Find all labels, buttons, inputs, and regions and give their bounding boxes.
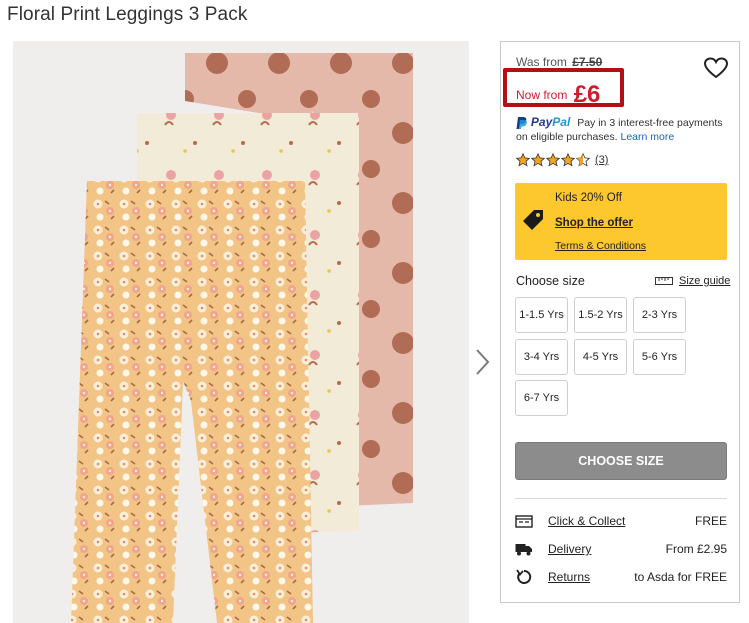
promo-banner: Kids 20% Off Shop the offer Terms & Cond… [515, 183, 727, 260]
divider [515, 498, 727, 499]
paypal-icon [516, 117, 527, 130]
shop-offer-link[interactable]: Shop the offer [555, 217, 633, 229]
product-info-panel: Was from £7.50 Now from £6 PayPal Pay in… [500, 41, 740, 603]
product-image[interactable] [13, 41, 469, 623]
delivery-row: Delivery From £2.95 [515, 541, 727, 559]
size-option[interactable]: 4-5 Yrs [574, 339, 627, 375]
size-guide-label: Size guide [679, 275, 731, 287]
was-label: Was from [516, 55, 567, 69]
delivery-value: From £2.95 [665, 542, 727, 556]
price-tag-icon [523, 210, 543, 230]
learn-more-link[interactable]: Learn more [621, 131, 675, 143]
click-collect-value: FREE [694, 514, 727, 528]
was-amount: £7.50 [572, 55, 603, 69]
promo-title: Kids 20% Off [555, 192, 622, 204]
store-icon [515, 515, 533, 528]
size-option[interactable]: 3-4 Yrs [515, 339, 568, 375]
star-icon [561, 153, 575, 167]
returns-icon [516, 569, 532, 584]
returns-value: to Asda for FREE [634, 570, 727, 584]
product-title: Floral Print Leggings 3 Pack [7, 4, 248, 25]
delivery-link[interactable]: Delivery [548, 542, 591, 556]
now-amount: £6 [573, 81, 601, 108]
chevron-right-icon[interactable] [474, 347, 492, 377]
click-collect-row: Click & Collect FREE [515, 513, 727, 531]
heart-icon[interactable] [704, 57, 728, 79]
returns-link[interactable]: Returns [548, 570, 590, 584]
size-option[interactable]: 1.5-2 Yrs [574, 297, 627, 333]
review-count-link[interactable]: (3) [595, 154, 608, 166]
star-icon [546, 153, 560, 167]
terms-link[interactable]: Terms & Conditions [555, 240, 646, 252]
paypal-message: PayPal Pay in 3 interest-free payments o… [516, 115, 736, 144]
now-label: Now from [516, 88, 568, 102]
returns-row: Returns to Asda for FREE [515, 569, 727, 587]
size-guide-link[interactable]: Size guide [655, 275, 730, 287]
star-half-icon [576, 153, 590, 167]
choose-size-button[interactable]: CHOOSE SIZE [515, 442, 727, 480]
size-option[interactable]: 2-3 Yrs [633, 297, 686, 333]
truck-icon [515, 544, 532, 556]
leggings-illustration [13, 41, 469, 623]
size-option[interactable]: 1-1.5 Yrs [515, 297, 568, 333]
star-rating[interactable]: (3) [516, 153, 608, 167]
star-icon [516, 153, 530, 167]
click-collect-link[interactable]: Click & Collect [548, 514, 625, 528]
paypal-brand: PayPal [530, 115, 571, 129]
choose-size-heading: Choose size [516, 274, 585, 288]
star-icon [531, 153, 545, 167]
now-price: Now from £6 [516, 78, 601, 108]
size-option[interactable]: 6-7 Yrs [515, 380, 568, 416]
ruler-icon [655, 277, 673, 285]
size-option[interactable]: 5-6 Yrs [633, 339, 686, 375]
was-price: Was from £7.50 [516, 55, 602, 69]
